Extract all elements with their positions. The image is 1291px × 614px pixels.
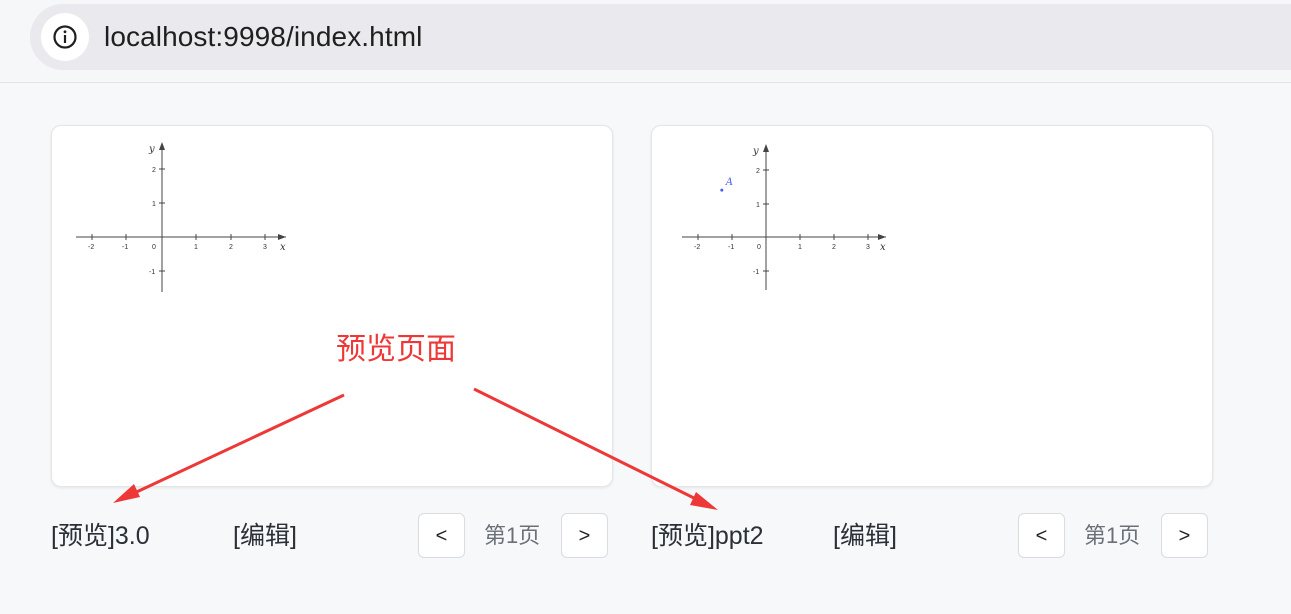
- graph-point-label: A: [725, 177, 733, 188]
- info-circle-icon[interactable]: [41, 13, 89, 61]
- graph-axes: x y -2 -1 0 1 2 3 2 1 -1: [76, 142, 286, 292]
- x-tick-label: -1: [122, 244, 128, 251]
- x-tick-label: -2: [88, 244, 94, 251]
- next-page-button-2[interactable]: >: [1161, 513, 1208, 558]
- arrowhead-icon: [690, 492, 718, 510]
- page-indicator-1: 第1页: [484, 523, 541, 548]
- preview-link-1[interactable]: [预览]3.0: [51, 520, 150, 552]
- page-indicator-2: 第1页: [1084, 523, 1141, 548]
- preview-card-2: x y -2 -1 0 1 2 3 2 1 -1 A: [651, 125, 1213, 487]
- x-tick-label: 2: [229, 244, 233, 251]
- y-tick-label: 1: [152, 201, 156, 208]
- x-axis-label: x: [280, 242, 286, 253]
- y-axis-label: y: [148, 144, 155, 155]
- y-tick-label: -1: [753, 269, 759, 276]
- prev-page-button-1[interactable]: <: [418, 513, 465, 558]
- coordinate-graph-2: x y -2 -1 0 1 2 3 2 1 -1 A: [682, 144, 886, 290]
- x-tick-label: 2: [832, 244, 836, 251]
- preview-card-1: x y -2 -1 0 1 2 3 2 1 -1: [51, 125, 613, 487]
- x-axis-label: x: [880, 242, 886, 253]
- browser-toolbar: localhost:9998/index.html: [0, 0, 1291, 83]
- y-axis-arrow-icon: [159, 142, 165, 150]
- graph-point: [720, 188, 724, 192]
- x-tick-label: 1: [798, 244, 802, 251]
- x-tick-label: 3: [263, 244, 267, 251]
- x-tick-label: 3: [866, 244, 870, 251]
- preview-link-2[interactable]: [预览]ppt2: [651, 520, 764, 552]
- graph-axes: x y -2 -1 0 1 2 3 2 1 -1: [682, 144, 886, 290]
- y-axis-arrow-icon: [763, 144, 769, 152]
- x-tick-label: 1: [194, 244, 198, 251]
- address-bar[interactable]: localhost:9998/index.html: [30, 4, 1291, 70]
- coordinate-graph-1: x y -2 -1 0 1 2 3 2 1 -1: [76, 142, 286, 292]
- url-text: localhost:9998/index.html: [104, 21, 423, 52]
- annotation-label: 预览页面: [336, 333, 456, 366]
- prev-page-button-2[interactable]: <: [1018, 513, 1065, 558]
- x-axis-arrow-icon: [278, 234, 286, 240]
- next-page-button-1[interactable]: >: [561, 513, 608, 558]
- x-tick-label: 0: [152, 244, 156, 251]
- y-tick-label: 2: [756, 168, 760, 175]
- edit-link-1[interactable]: [编辑]: [233, 520, 297, 552]
- edit-link-2[interactable]: [编辑]: [833, 520, 897, 552]
- x-tick-label: -2: [694, 244, 700, 251]
- y-tick-label: 2: [152, 167, 156, 174]
- x-tick-label: 0: [757, 244, 761, 251]
- graph-point-layer: A: [720, 177, 733, 192]
- x-tick-label: -1: [728, 244, 734, 251]
- x-axis-arrow-icon: [878, 234, 886, 240]
- y-tick-label: -1: [149, 269, 155, 276]
- y-tick-label: 1: [756, 202, 760, 209]
- y-axis-label: y: [752, 146, 759, 157]
